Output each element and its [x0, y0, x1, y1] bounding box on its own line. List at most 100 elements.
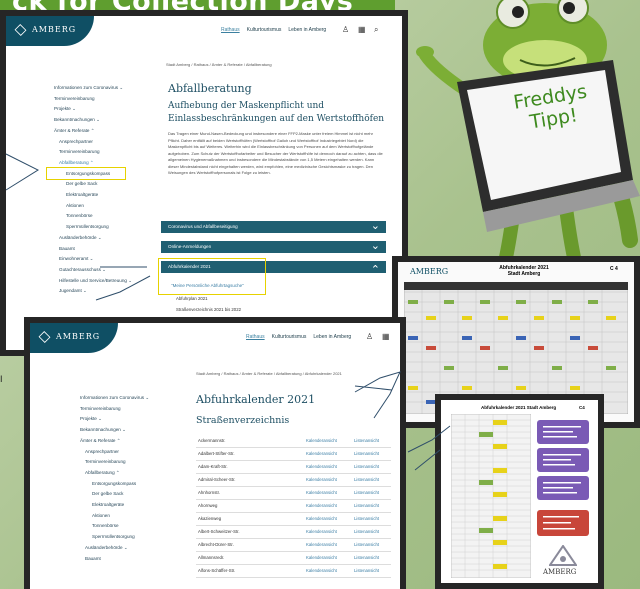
sidebar-item[interactable]: Ausländerbehörde ⌄	[80, 543, 149, 554]
sidebar-item[interactable]: Elektroaltgeräte	[80, 500, 149, 511]
listenansicht-link[interactable]: Listenansicht	[354, 529, 379, 534]
sidebar-item[interactable]: Bekanntmachungen ⌄	[80, 425, 149, 436]
listenansicht-link[interactable]: Listenansicht	[354, 451, 379, 456]
kalenderansicht-link[interactable]: Kalenderansicht	[306, 503, 337, 508]
kalenderansicht-link[interactable]: Kalenderansicht	[306, 555, 337, 560]
map-icon[interactable]: ▦	[382, 332, 390, 341]
nav-leben-2[interactable]: Leben in Amberg	[313, 334, 351, 340]
sidebar-item[interactable]: Entsorgungskompass	[80, 479, 149, 490]
listenansicht-link[interactable]: Listenansicht	[354, 490, 379, 495]
strassenverzeichnis-link[interactable]: Straßenverzeichnis 2021 bis 2022	[176, 307, 241, 312]
sidebar-item[interactable]: Bauamt	[54, 244, 132, 255]
kalenderansicht-link[interactable]: Kalenderansicht	[306, 542, 337, 547]
listenansicht-link[interactable]: Listenansicht	[354, 438, 379, 443]
sidebar-item[interactable]: Gutachterausschuss ⌄	[54, 265, 132, 276]
sidebar-item[interactable]: Projekte ⌄	[80, 414, 149, 425]
sidebar-item[interactable]: Projekte ⌄	[54, 104, 132, 115]
main-nav-2: Rathaus Kulturtourismus Leben in Amberg	[246, 334, 358, 340]
page-title: Abfallberatung	[168, 82, 252, 95]
street-row: Akazienweg Kalenderansicht Listenansicht	[196, 513, 391, 526]
street-name: Akazienweg	[198, 516, 222, 521]
sidebar-item[interactable]: Jugendamt ⌄	[54, 286, 132, 297]
amberg-logo-2[interactable]: AMBERG	[30, 323, 118, 353]
kalenderansicht-link[interactable]: Kalenderansicht	[306, 490, 337, 495]
accordion-online-anmeldungen[interactable]: Online-Anmeldungen	[161, 239, 386, 253]
edge-fragment: I	[0, 374, 3, 384]
map-icon[interactable]: ▦	[358, 25, 366, 34]
sidebar-item[interactable]: Aktionen	[54, 201, 132, 212]
nav-kulturtourismus-2[interactable]: Kulturtourismus	[272, 334, 307, 340]
listenansicht-link[interactable]: Listenansicht	[354, 503, 379, 508]
top-website-screenshot: AMBERG Rathaus Kulturtourismus Leben in Am…	[6, 16, 402, 350]
sidebar-item[interactable]: Aktionen	[80, 511, 149, 522]
street-row: Ahornweg Kalenderansicht Listenansicht	[196, 500, 391, 513]
calendar-code: C 4	[610, 266, 618, 272]
nav-rathaus-2[interactable]: Rathaus	[246, 334, 265, 340]
accordion-coronavirus[interactable]: Coronavirus und Abfallbeseitigung	[161, 219, 386, 233]
sidebar-item[interactable]: Hilfestelle und Service/Betreuung ⌄	[54, 276, 132, 287]
sidebar-item[interactable]: Informationen zum Coronavirus ⌄	[54, 83, 132, 94]
sidebar-item-abfallberatung-2[interactable]: Abfallberatung ⌃	[80, 468, 149, 479]
search-icon[interactable]: ⌕	[374, 25, 378, 35]
kalenderansicht-link[interactable]: Kalenderansicht	[306, 477, 337, 482]
calendar-title: Abfuhrkalender 2021 Stadt Amberg	[494, 265, 554, 277]
listenansicht-link[interactable]: Listenansicht	[354, 464, 379, 469]
bottom-website-screenshot: AMBERG Rathaus Kulturtourismus Leben in Am…	[30, 323, 400, 589]
sidebar-item[interactable]: Ämter & Referate ⌃	[54, 126, 132, 137]
street-table: Ackermannstr. Kalenderansicht Listenansich…	[196, 435, 391, 585]
highlight-abfuhrkalender	[158, 258, 266, 295]
kalenderansicht-link[interactable]: Kalenderansicht	[306, 464, 337, 469]
sidebar-item[interactable]: Bauamt	[80, 554, 149, 565]
sidebar-item[interactable]: Sperrmüllentsorgung	[54, 222, 132, 233]
frog-mascot-illustration	[416, 0, 640, 272]
sidebar-item[interactable]: Terminvereinbarung	[80, 457, 149, 468]
listenansicht-link[interactable]: Listenansicht	[354, 555, 379, 560]
list-doc-brand: AMBERG	[543, 568, 577, 576]
kalenderansicht-link[interactable]: Kalenderansicht	[306, 529, 337, 534]
sidebar-item[interactable]: Elektroaltgeräte	[54, 190, 132, 201]
listenansicht-link[interactable]: Listenansicht	[354, 568, 379, 573]
sidebar-item[interactable]: Terminvereinbarung	[80, 404, 149, 415]
sidebar-item[interactable]: Der gelbe Sack	[54, 179, 132, 190]
sidebar-item[interactable]: Ansprechpartner	[54, 137, 132, 148]
sidebar-item[interactable]: Einwohneramt ⌄	[54, 254, 132, 265]
amberg-logo[interactable]: AMBERG	[6, 16, 94, 46]
kalenderansicht-link[interactable]: Kalenderansicht	[306, 451, 337, 456]
street-name: Albert-Schweitzer-Str.	[198, 529, 240, 534]
user-icon[interactable]: ♙	[366, 332, 373, 341]
breadcrumb: Stadt Amberg / Rathaus / Ämter & Referat…	[166, 62, 272, 67]
page-subtitle-strassen: Straßenverzeichnis	[196, 415, 290, 426]
street-row: Alfons-Schäffer-Str. Kalenderansicht Liste…	[196, 565, 391, 578]
site-header: AMBERG Rathaus Kulturtourismus Leben in Am…	[6, 16, 402, 46]
nav-rathaus[interactable]: Rathaus	[221, 27, 240, 33]
main-nav: Rathaus Kulturtourismus Leben in Amberg	[221, 27, 333, 33]
sidebar-nav: Informationen zum Coronavirus ⌄ Terminve…	[54, 83, 132, 297]
sidebar-item[interactable]: Terminvereinbarung	[54, 94, 132, 105]
sidebar-item[interactable]: Tonnenbörse	[80, 521, 149, 532]
breadcrumb-2: Stadt Amberg / Rathaus / Ämter & Referat…	[196, 371, 342, 376]
sidebar-item[interactable]: Bekanntmachungen ⌄	[54, 115, 132, 126]
listenansicht-link[interactable]: Listenansicht	[354, 477, 379, 482]
sidebar-item[interactable]: Terminvereinbarung	[54, 147, 132, 158]
listenansicht-link[interactable]: Listenansicht	[354, 542, 379, 547]
sidebar-item[interactable]: Informationen zum Coronavirus ⌄	[80, 393, 149, 404]
user-icon[interactable]: ♙	[342, 25, 349, 34]
title-banner: ck for Collection Days	[0, 0, 395, 16]
abfuhrplan-link[interactable]: Abfuhrplan 2021	[176, 296, 208, 301]
list-doc-legend	[537, 420, 589, 536]
street-name: Allmannsredr.	[198, 555, 225, 560]
kalenderansicht-link[interactable]: Kalenderansicht	[306, 516, 337, 521]
street-row: Ackermannstr. Kalenderansicht Listenansich…	[196, 435, 391, 448]
sidebar-item[interactable]: Sperrmüllentsorgung	[80, 532, 149, 543]
nav-leben[interactable]: Leben in Amberg	[288, 27, 326, 33]
sidebar-item[interactable]: Ansprechpartner	[80, 447, 149, 458]
nav-kulturtourismus[interactable]: Kulturtourismus	[247, 27, 282, 33]
kalenderansicht-link[interactable]: Kalenderansicht	[306, 438, 337, 443]
sidebar-item[interactable]: Ausländerbehörde ⌄	[54, 233, 132, 244]
sidebar-item[interactable]: Der gelbe Sack	[80, 489, 149, 500]
sidebar-item[interactable]: Tonnenbörse	[54, 211, 132, 222]
listenansicht-link[interactable]: Listenansicht	[354, 516, 379, 521]
kalenderansicht-link[interactable]: Kalenderansicht	[306, 568, 337, 573]
list-doc-title: Abfuhrkalender 2021 Stadt Amberg	[481, 405, 557, 410]
sidebar-item[interactable]: Ämter & Referate ⌃	[80, 436, 149, 447]
